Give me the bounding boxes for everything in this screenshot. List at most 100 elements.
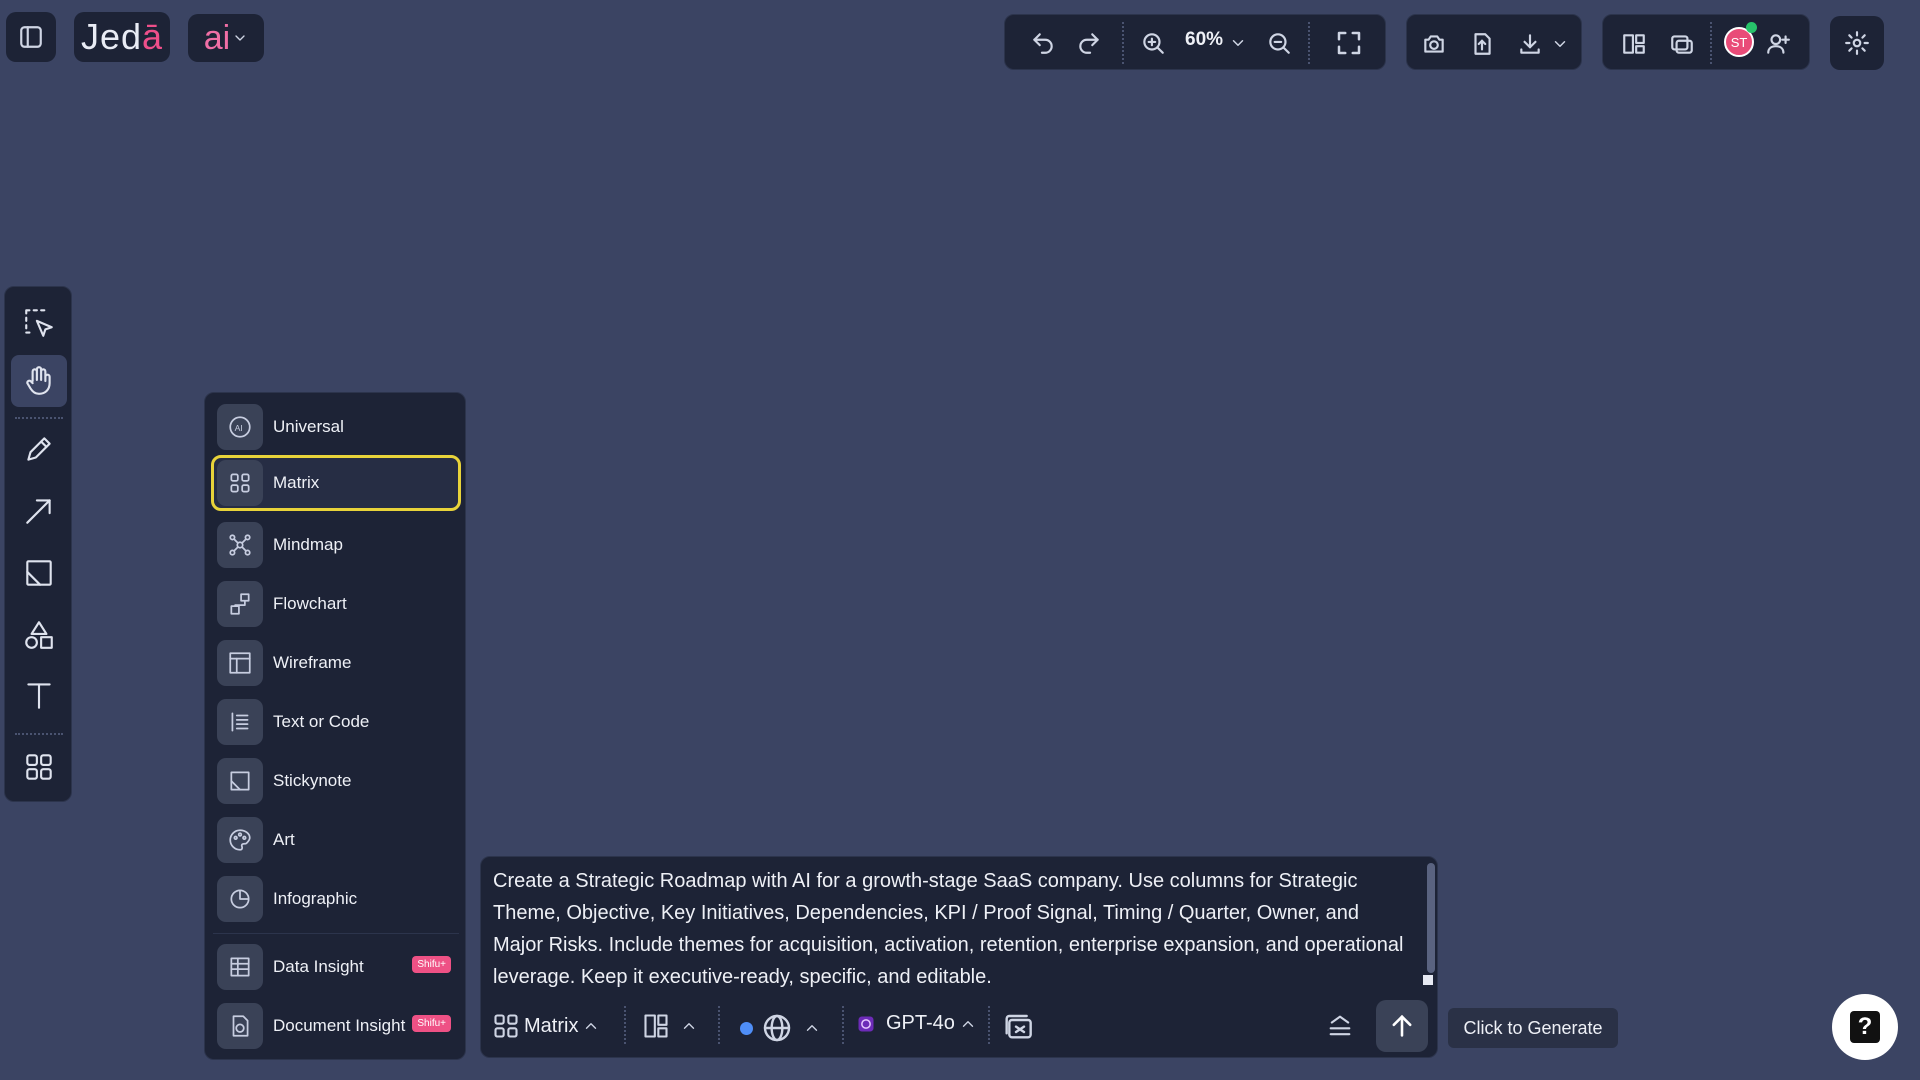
- text-icon: [27, 683, 51, 709]
- menu-item-label: Stickynote: [273, 771, 352, 790]
- chevron-up-icon: [586, 1023, 597, 1029]
- pencil-icon: [27, 437, 51, 461]
- prompt-scrollbar[interactable]: [1427, 863, 1435, 973]
- menu-item-mindmap[interactable]: Mindmap: [211, 517, 461, 573]
- menu-item-label: Art: [273, 830, 295, 849]
- arrow-tool[interactable]: [11, 485, 67, 537]
- zoom-dropdown-button[interactable]: [1226, 30, 1250, 56]
- shapes-icon: [25, 621, 53, 649]
- screenshot-button[interactable]: [1416, 26, 1452, 62]
- prompt-input[interactable]: Create a Strategic Roadmap with AI for a…: [491, 863, 1415, 1001]
- templates-tool[interactable]: [11, 741, 67, 793]
- zoom-in-icon: [1143, 33, 1164, 54]
- camera-icon: [1424, 35, 1444, 53]
- sidebar-toggle-button[interactable]: [6, 12, 56, 62]
- collapse-prompt-button[interactable]: [1326, 1012, 1354, 1040]
- undo-button[interactable]: [1026, 26, 1060, 60]
- model-label: GPT-4o: [886, 1012, 955, 1034]
- generate-button[interactable]: [1376, 1000, 1428, 1052]
- stickynote-tool[interactable]: [11, 547, 67, 599]
- download-icon: [1520, 34, 1540, 54]
- divider: [988, 1006, 990, 1044]
- redo-button[interactable]: [1072, 26, 1106, 60]
- select-tool[interactable]: [11, 297, 67, 349]
- ai-label: ai: [203, 18, 231, 57]
- menu-item-wireframe[interactable]: Wireframe: [211, 635, 461, 691]
- menu-item-art[interactable]: Art: [211, 812, 461, 868]
- ai-circle-icon: AI: [229, 416, 251, 438]
- premium-badge: Shifu+: [412, 956, 451, 973]
- layout-panels-icon: [1623, 34, 1645, 54]
- chevron-up-icon: [683, 1023, 695, 1029]
- menu-item-universal[interactable]: AI Universal: [211, 399, 461, 455]
- upload-button[interactable]: [1464, 26, 1500, 62]
- divider: [15, 417, 63, 419]
- chat-icon: [1005, 1014, 1032, 1039]
- divider: [15, 733, 63, 735]
- stickynote-icon: [26, 560, 52, 586]
- layout-selector[interactable]: [642, 1012, 698, 1040]
- app-logo[interactable]: Jed ā: [74, 12, 170, 62]
- download-dropdown-button[interactable]: [1548, 32, 1572, 56]
- collapse-icon: [1329, 1015, 1351, 1036]
- help-button[interactable]: ?: [1832, 994, 1898, 1060]
- menu-item-label: Text or Code: [273, 712, 370, 731]
- download-button[interactable]: [1512, 26, 1548, 62]
- gear-icon: [1845, 31, 1869, 55]
- menu-item-label: Data Insight: [273, 957, 364, 976]
- web-search-selector[interactable]: [740, 1012, 821, 1044]
- invite-user-button[interactable]: [1760, 26, 1796, 62]
- infographic-icon: [230, 889, 250, 909]
- menu-item-document-insight[interactable]: Document Insight Shifu+: [211, 998, 461, 1054]
- text-code-icon: [231, 712, 249, 732]
- model-selector[interactable]: GPT-4o: [856, 1012, 977, 1035]
- presentation-button[interactable]: [1664, 26, 1700, 62]
- stickynote-icon: [230, 771, 250, 791]
- menu-item-text-or-code[interactable]: Text or Code: [211, 694, 461, 750]
- wireframe-icon: [229, 652, 251, 674]
- divider: [1710, 22, 1712, 64]
- menu-item-label: Flowchart: [273, 594, 347, 613]
- file-upload-icon: [1474, 33, 1491, 55]
- select-cursor-icon: [25, 309, 53, 337]
- mode-selector-label: Matrix: [524, 1014, 579, 1037]
- menu-item-flowchart[interactable]: Flowchart: [211, 576, 461, 632]
- logo-text: Jed: [80, 16, 142, 57]
- menu-item-infographic[interactable]: Infographic: [211, 871, 461, 927]
- zoom-out-button[interactable]: [1262, 26, 1296, 60]
- left-toolbar: [4, 286, 72, 802]
- hand-tool[interactable]: [11, 355, 67, 407]
- menu-item-stickynote[interactable]: Stickynote: [211, 753, 461, 809]
- menu-item-label: Mindmap: [273, 535, 343, 554]
- generate-tooltip: Click to Generate: [1448, 1008, 1618, 1048]
- add-user-icon: [1767, 34, 1790, 54]
- menu-item-matrix[interactable]: Matrix: [211, 455, 461, 511]
- menu-item-label: Matrix: [273, 473, 320, 492]
- sidebar-icon: [20, 26, 42, 48]
- menu-item-label: Universal: [273, 417, 344, 436]
- fit-screen-button[interactable]: [1330, 24, 1368, 62]
- resize-handle[interactable]: [1423, 975, 1433, 985]
- mode-selector[interactable]: Matrix: [492, 1012, 600, 1040]
- shapes-tool[interactable]: [11, 609, 67, 661]
- online-status-dot: [1746, 22, 1757, 33]
- art-icon: [229, 829, 251, 851]
- divider: [624, 1006, 626, 1044]
- mode-menu: AI Universal Matrix Mindmap Flowchart Wi…: [204, 392, 466, 1060]
- document-insight-icon: [232, 1015, 249, 1037]
- divider: [1308, 22, 1310, 64]
- fullscreen-icon: [1337, 31, 1361, 55]
- ai-menu-button[interactable]: ai: [188, 14, 264, 62]
- arrow-up-icon: [1392, 1014, 1412, 1037]
- zoom-level-label[interactable]: 60%: [1185, 29, 1223, 51]
- zoom-in-button[interactable]: [1136, 26, 1170, 60]
- data-insight-icon: [230, 957, 250, 977]
- pencil-tool[interactable]: [11, 423, 67, 475]
- layout-button[interactable]: [1616, 26, 1652, 62]
- settings-button[interactable]: [1830, 16, 1884, 70]
- redo-icon: [1079, 33, 1099, 54]
- menu-item-data-insight[interactable]: Data Insight Shifu+: [211, 939, 461, 995]
- undo-icon: [1033, 33, 1053, 54]
- chat-toggle-button[interactable]: [1004, 1012, 1036, 1044]
- text-tool[interactable]: [11, 669, 67, 721]
